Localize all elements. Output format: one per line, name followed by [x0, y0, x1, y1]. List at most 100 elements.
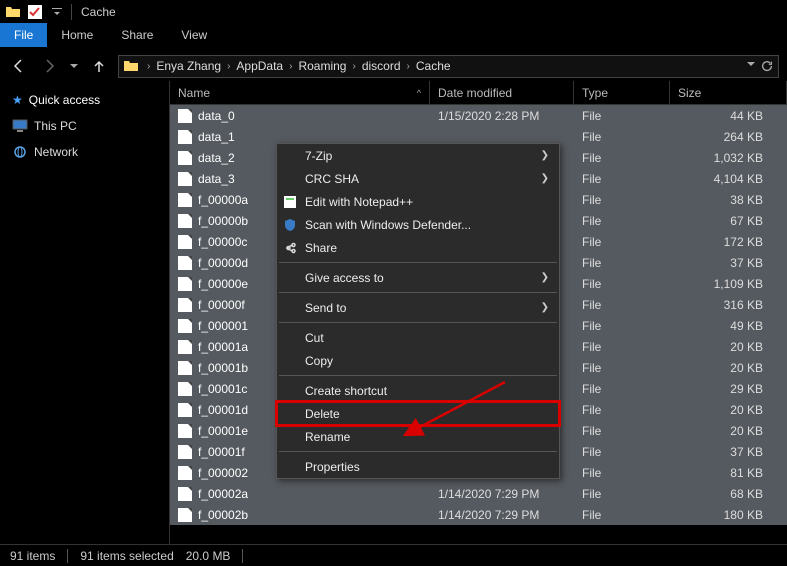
breadcrumb-segment[interactable]: AppData [234, 59, 285, 73]
chevron-right-icon[interactable]: › [223, 61, 234, 72]
cell-type: File [574, 403, 670, 417]
back-button[interactable] [8, 55, 30, 77]
separator [242, 549, 243, 563]
cell-size: 1,109 KB [670, 277, 787, 291]
address-bar[interactable]: › Enya Zhang › AppData › Roaming › disco… [118, 55, 779, 78]
file-icon [178, 298, 192, 312]
breadcrumb-segment[interactable]: Cache [414, 59, 453, 73]
star-icon: ★ [12, 93, 23, 107]
up-button[interactable] [88, 55, 110, 77]
breadcrumb-segment[interactable]: discord [360, 59, 403, 73]
cell-type: File [574, 130, 670, 144]
menu-item-label: Rename [305, 430, 350, 444]
file-icon [178, 466, 192, 480]
titlebar: Cache [0, 0, 787, 23]
navbar: › Enya Zhang › AppData › Roaming › disco… [0, 51, 787, 81]
refresh-icon[interactable] [760, 59, 774, 73]
chevron-right-icon[interactable]: › [143, 61, 154, 72]
forward-button[interactable] [38, 55, 60, 77]
tab-home[interactable]: Home [47, 23, 107, 47]
menu-item-7-zip[interactable]: 7-Zip❯ [277, 144, 559, 167]
notepad-icon [283, 195, 299, 209]
cell-type: File [574, 319, 670, 333]
recent-dropdown-icon[interactable] [68, 55, 80, 77]
menu-item-delete[interactable]: Delete [277, 402, 559, 425]
cell-size: 1,032 KB [670, 151, 787, 165]
chevron-right-icon: ❯ [541, 150, 549, 161]
menu-item-label: Scan with Windows Defender... [305, 218, 471, 232]
cell-size: 49 KB [670, 319, 787, 333]
menu-item-crc-sha[interactable]: CRC SHA❯ [277, 167, 559, 190]
menu-item-label: Edit with Notepad++ [305, 195, 413, 209]
file-icon [178, 193, 192, 207]
breadcrumb-segment[interactable]: Roaming [296, 59, 348, 73]
file-icon [178, 256, 192, 270]
menu-item-give-access-to[interactable]: Give access to❯ [277, 266, 559, 289]
sidebar-item-quick-access[interactable]: ★ Quick access [0, 87, 169, 113]
menu-item-scan-with-windows-defender[interactable]: Scan with Windows Defender... [277, 213, 559, 236]
cell-type: File [574, 235, 670, 249]
cell-type: File [574, 424, 670, 438]
table-row[interactable]: f_00002b1/14/2020 7:29 PMFile180 KB [170, 504, 787, 525]
menu-item-label: Copy [305, 354, 333, 368]
column-size[interactable]: Size [670, 81, 787, 104]
cell-name: f_00002b [170, 508, 430, 522]
tab-file[interactable]: File [0, 23, 47, 47]
table-row[interactable]: f_00002a1/14/2020 7:29 PMFile68 KB [170, 483, 787, 504]
file-icon [178, 151, 192, 165]
cell-name: data_1 [170, 130, 430, 144]
file-icon [178, 382, 192, 396]
menu-item-send-to[interactable]: Send to❯ [277, 296, 559, 319]
file-icon [178, 508, 192, 522]
separator [67, 549, 68, 563]
file-icon [178, 109, 192, 123]
tab-share[interactable]: Share [107, 23, 167, 47]
cell-size: 20 KB [670, 340, 787, 354]
chevron-right-icon[interactable]: › [403, 61, 414, 72]
cell-type: File [574, 214, 670, 228]
tab-view[interactable]: View [167, 23, 221, 47]
sidebar-item-network[interactable]: Network [0, 139, 169, 165]
file-icon [178, 403, 192, 417]
file-icon [178, 172, 192, 186]
column-name[interactable]: Name^ [170, 81, 430, 104]
sort-asc-icon: ^ [417, 88, 421, 98]
table-row[interactable]: data_01/15/2020 2:28 PMFile44 KB [170, 105, 787, 126]
menu-item-properties[interactable]: Properties [277, 455, 559, 478]
menu-item-share[interactable]: Share [277, 236, 559, 259]
file-icon [178, 319, 192, 333]
cell-type: File [574, 256, 670, 270]
cell-size: 81 KB [670, 466, 787, 480]
column-date[interactable]: Date modified [430, 81, 574, 104]
menu-item-create-shortcut[interactable]: Create shortcut [277, 379, 559, 402]
menu-separator [279, 451, 557, 452]
menu-item-cut[interactable]: Cut [277, 326, 559, 349]
cell-size: 38 KB [670, 193, 787, 207]
cell-type: File [574, 151, 670, 165]
shield-icon [283, 218, 299, 232]
file-icon [178, 235, 192, 249]
menu-item-label: Properties [305, 460, 360, 474]
sidebar-item-this-pc[interactable]: This PC [0, 113, 169, 139]
menu-item-edit-with-notepad[interactable]: Edit with Notepad++ [277, 190, 559, 213]
cell-size: 67 KB [670, 214, 787, 228]
cell-size: 172 KB [670, 235, 787, 249]
chevron-right-icon[interactable]: › [348, 61, 359, 72]
address-dropdown-icon[interactable] [746, 59, 756, 73]
column-type[interactable]: Type [574, 81, 670, 104]
cell-date: 1/14/2020 7:29 PM [430, 508, 574, 522]
file-icon [178, 277, 192, 291]
qat-dropdown-icon[interactable] [49, 4, 65, 20]
chevron-right-icon[interactable]: › [285, 61, 296, 72]
share-icon [283, 241, 299, 255]
breadcrumb-segment[interactable]: Enya Zhang [154, 59, 223, 73]
status-selected: 91 items selected [80, 549, 173, 563]
menu-item-rename[interactable]: Rename [277, 425, 559, 448]
menu-item-copy[interactable]: Copy [277, 349, 559, 372]
file-icon [178, 361, 192, 375]
menu-separator [279, 375, 557, 376]
separator [71, 4, 72, 20]
sidebar-item-label: Quick access [29, 93, 100, 107]
checklist-icon[interactable] [27, 4, 43, 20]
file-icon [178, 214, 192, 228]
